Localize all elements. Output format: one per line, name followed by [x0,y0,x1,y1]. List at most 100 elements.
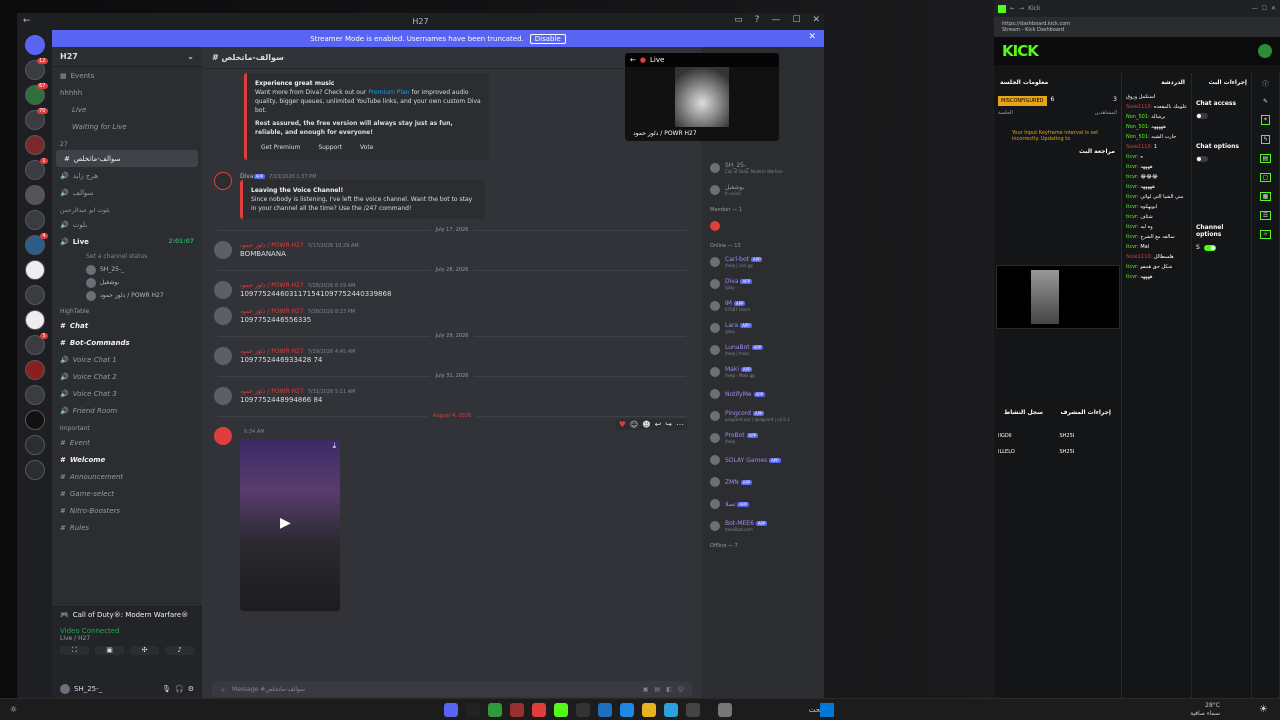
chat-username[interactable]: ticvr: [1126,224,1139,230]
channel-nitro[interactable]: # Nitro-Boosters [52,502,202,519]
doc-icon[interactable]: ▤ [1259,154,1272,163]
chat-username[interactable]: ticvr: [1126,164,1139,170]
forward-icon[interactable]: ↪ [665,420,672,429]
emoji-icon[interactable]: ☺ [678,686,684,693]
gif-icon[interactable]: ▤ [654,686,660,693]
channel-announcement[interactable]: # Announcement [52,468,202,485]
chat-line[interactable]: ticvr: وه ليه [1122,222,1191,232]
member[interactable]: ProBot APP/help [702,427,824,449]
chat-username[interactable]: Non_501: [1126,114,1150,120]
explorer-app-icon[interactable] [642,702,656,717]
guild-header[interactable]: H27 ⌄ [52,47,202,67]
chat-username[interactable]: ticvr: [1126,244,1139,250]
server-icon[interactable]: 67 [24,83,48,105]
chat-line[interactable]: ticvr: ابويهكوه [1122,202,1191,212]
chat-line[interactable]: Non_501: برشالة [1122,112,1191,122]
member[interactable]: Carl-bot APP/help | carl.gg [702,251,824,273]
category-baloot[interactable]: بلوت ابو عبدالرحمن [52,201,202,216]
server-icon[interactable] [24,285,45,305]
server-icon[interactable] [24,385,45,405]
avatar[interactable] [214,241,232,259]
channel-event[interactable]: # Event [52,434,202,451]
member[interactable]: Lara APP/play [702,317,824,339]
voice-chat-1[interactable]: 🔊 Voice Chat 1 [52,351,202,368]
server-icon[interactable]: 12 [24,58,48,80]
wrench-icon[interactable]: ✧ [1259,230,1272,239]
member[interactable]: SOLAY Games APP [702,449,824,471]
voice-channel-live[interactable]: 🔊 Live 2:01:07 [52,233,202,250]
server-icon[interactable] [24,260,45,280]
heart-reaction-icon[interactable]: ♥ [619,420,626,429]
channel-bot-commands[interactable]: # Bot-Commands [52,334,202,351]
minimize-button[interactable]: — [771,15,780,25]
maximize-button[interactable]: ☐ [792,15,800,25]
app-icon[interactable] [510,702,524,717]
chat-username[interactable]: ticvr: [1126,184,1139,190]
member[interactable]: LunaBot APP/help | /help [702,339,824,361]
weather-widget[interactable]: 28°C سماء صافية [1190,702,1220,718]
back-arrow-icon[interactable]: ← [23,16,31,26]
author-name[interactable]: دلوز حمود / POWR H27 [240,242,304,249]
member[interactable]: تصلا APP [702,493,824,515]
activities-button[interactable]: ✣ [130,646,159,655]
voice-user[interactable]: بوشغيل [52,276,202,289]
chat-line[interactable]: Sose1110: هلسطالل [1122,252,1191,262]
voice-user[interactable]: SH_25-_ [52,263,202,276]
author-name[interactable]: دلوز حمود / POWR H27 [240,388,304,395]
channel-waiting[interactable]: Waiting for Live [52,118,202,135]
close-button[interactable]: ✕ [1271,5,1276,12]
author-name[interactable]: دلوز حمود / POWR H27 [240,308,304,315]
server-icon[interactable] [24,360,45,380]
maximize-button[interactable]: ☐ [1262,5,1267,12]
headphones-icon[interactable]: 🎧 [175,685,184,693]
server-icon[interactable]: 1 [24,158,48,180]
camera-button[interactable]: ⛶ [60,646,89,655]
chat-username[interactable]: ticvr: [1126,174,1139,180]
chat-line[interactable]: ticvr: هههههه [1122,182,1191,192]
member[interactable]: IM APP 67087 Users [702,295,824,317]
voice-chat-3[interactable]: 🔊 Voice Chat 3 [52,385,202,402]
chat-line[interactable]: ticvr: شكل حق هنيفو [1122,262,1191,272]
home-icon[interactable] [24,35,45,55]
app-icon[interactable] [598,702,612,717]
app-icon[interactable] [718,702,732,717]
mic-icon[interactable]: 🎙 [162,685,171,693]
emoji-reaction-icon[interactable]: ☺ [630,420,638,429]
xbox-app-icon[interactable] [488,702,502,717]
stream-popout[interactable]: ← ● Live دلوز حمود / POWR H27 [625,53,779,141]
vote-button[interactable]: Vote [354,141,380,154]
username[interactable]: SH_25-_ [74,685,102,693]
toggle-on[interactable] [1203,244,1216,251]
member[interactable]: Bot-MEE6 APP mee6bot.com [702,515,824,537]
avatar[interactable] [214,387,232,405]
stream-preview[interactable] [996,265,1120,329]
log-item[interactable]: IIGDII [998,433,1056,439]
app-icon[interactable] [664,702,678,717]
server-icon[interactable] [24,210,45,230]
add-reaction-icon[interactable]: ☻ [642,420,650,429]
member[interactable] [702,215,824,237]
soundboard-button[interactable]: ♪ [165,646,194,655]
server-icon[interactable] [24,310,45,330]
edit-icon[interactable]: ✎ [1263,98,1268,105]
taskbar-search[interactable]: بحث ⌕ [740,702,830,718]
voice-channel-2[interactable]: 🔊 سوالف [52,184,202,201]
gift-icon[interactable]: ▣ [643,686,649,693]
back-arrow-icon[interactable]: ← [630,56,636,64]
edge-app-icon[interactable] [620,702,634,717]
tab-title[interactable]: Kick [1028,5,1040,12]
inbox-icon[interactable]: ▭ [734,15,743,25]
avatar[interactable] [214,281,232,299]
app-icon[interactable] [576,702,590,717]
member[interactable]: NotifyMe APP [702,383,824,405]
member[interactable]: Pingcord APP pingcord.xyz | /pingcord | v… [702,405,824,427]
chat-line[interactable]: ticvr: سالفه مع الشرح [1122,232,1191,242]
windows-start-icon[interactable] [820,702,834,717]
chat-username[interactable]: Sose1110: [1126,144,1152,150]
discord-app-icon[interactable] [444,702,458,717]
avatar[interactable] [214,307,232,325]
sticker-icon[interactable]: ◧ [666,686,672,693]
disable-button[interactable]: Disable [529,33,566,44]
member[interactable]: Maki APP/help - Maki.gg [702,361,824,383]
server-icon[interactable] [24,135,45,155]
